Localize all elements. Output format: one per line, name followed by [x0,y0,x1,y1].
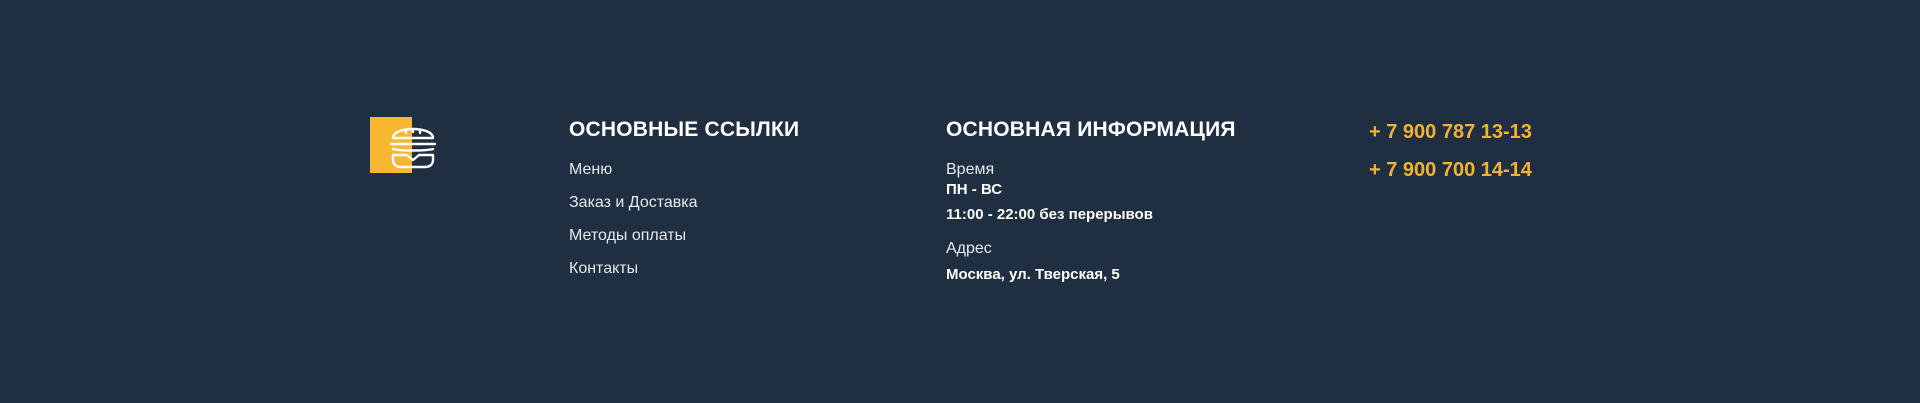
phone-link-1[interactable]: + 7 900 787 13-13 [1369,119,1532,145]
logo[interactable] [370,117,436,173]
address-label: Адрес [946,240,992,257]
info-section: ОСНОВНАЯ ИНФОРМАЦИЯ Время ПН - ВС 11:00 … [946,117,1236,285]
time-label: Время [946,161,995,178]
address-block: Адрес Москва, ул. Тверская, 5 [946,239,1236,285]
link-menu[interactable]: Меню [569,160,799,180]
info-section-title: ОСНОВНАЯ ИНФОРМАЦИЯ [946,118,1236,141]
links-list: Меню Заказ и Доставка Методы оплаты Конт… [569,160,799,279]
link-payment-methods[interactable]: Методы оплаты [569,226,799,246]
site-footer: ОСНОВНЫЕ ССЫЛКИ Меню Заказ и Доставка Ме… [0,0,1920,403]
links-section: ОСНОВНЫЕ ССЫЛКИ Меню Заказ и Доставка Ме… [569,117,799,292]
phone-link-2[interactable]: + 7 900 700 14-14 [1369,157,1532,183]
address-value: Москва, ул. Тверская, 5 [946,266,1120,283]
working-days: ПН - ВС [946,181,1003,198]
working-hours: 11:00 - 22:00 без перерывов [946,206,1153,223]
links-section-title: ОСНОВНЫЕ ССЫЛКИ [569,118,800,141]
link-contacts[interactable]: Контакты [569,259,799,279]
phones-section: + 7 900 787 13-13 + 7 900 700 14-14 [1369,117,1532,183]
link-order-delivery[interactable]: Заказ и Доставка [569,193,799,213]
burger-icon [370,117,436,173]
hours-block: Время ПН - ВС 11:00 - 22:00 без перерыво… [946,160,1236,225]
